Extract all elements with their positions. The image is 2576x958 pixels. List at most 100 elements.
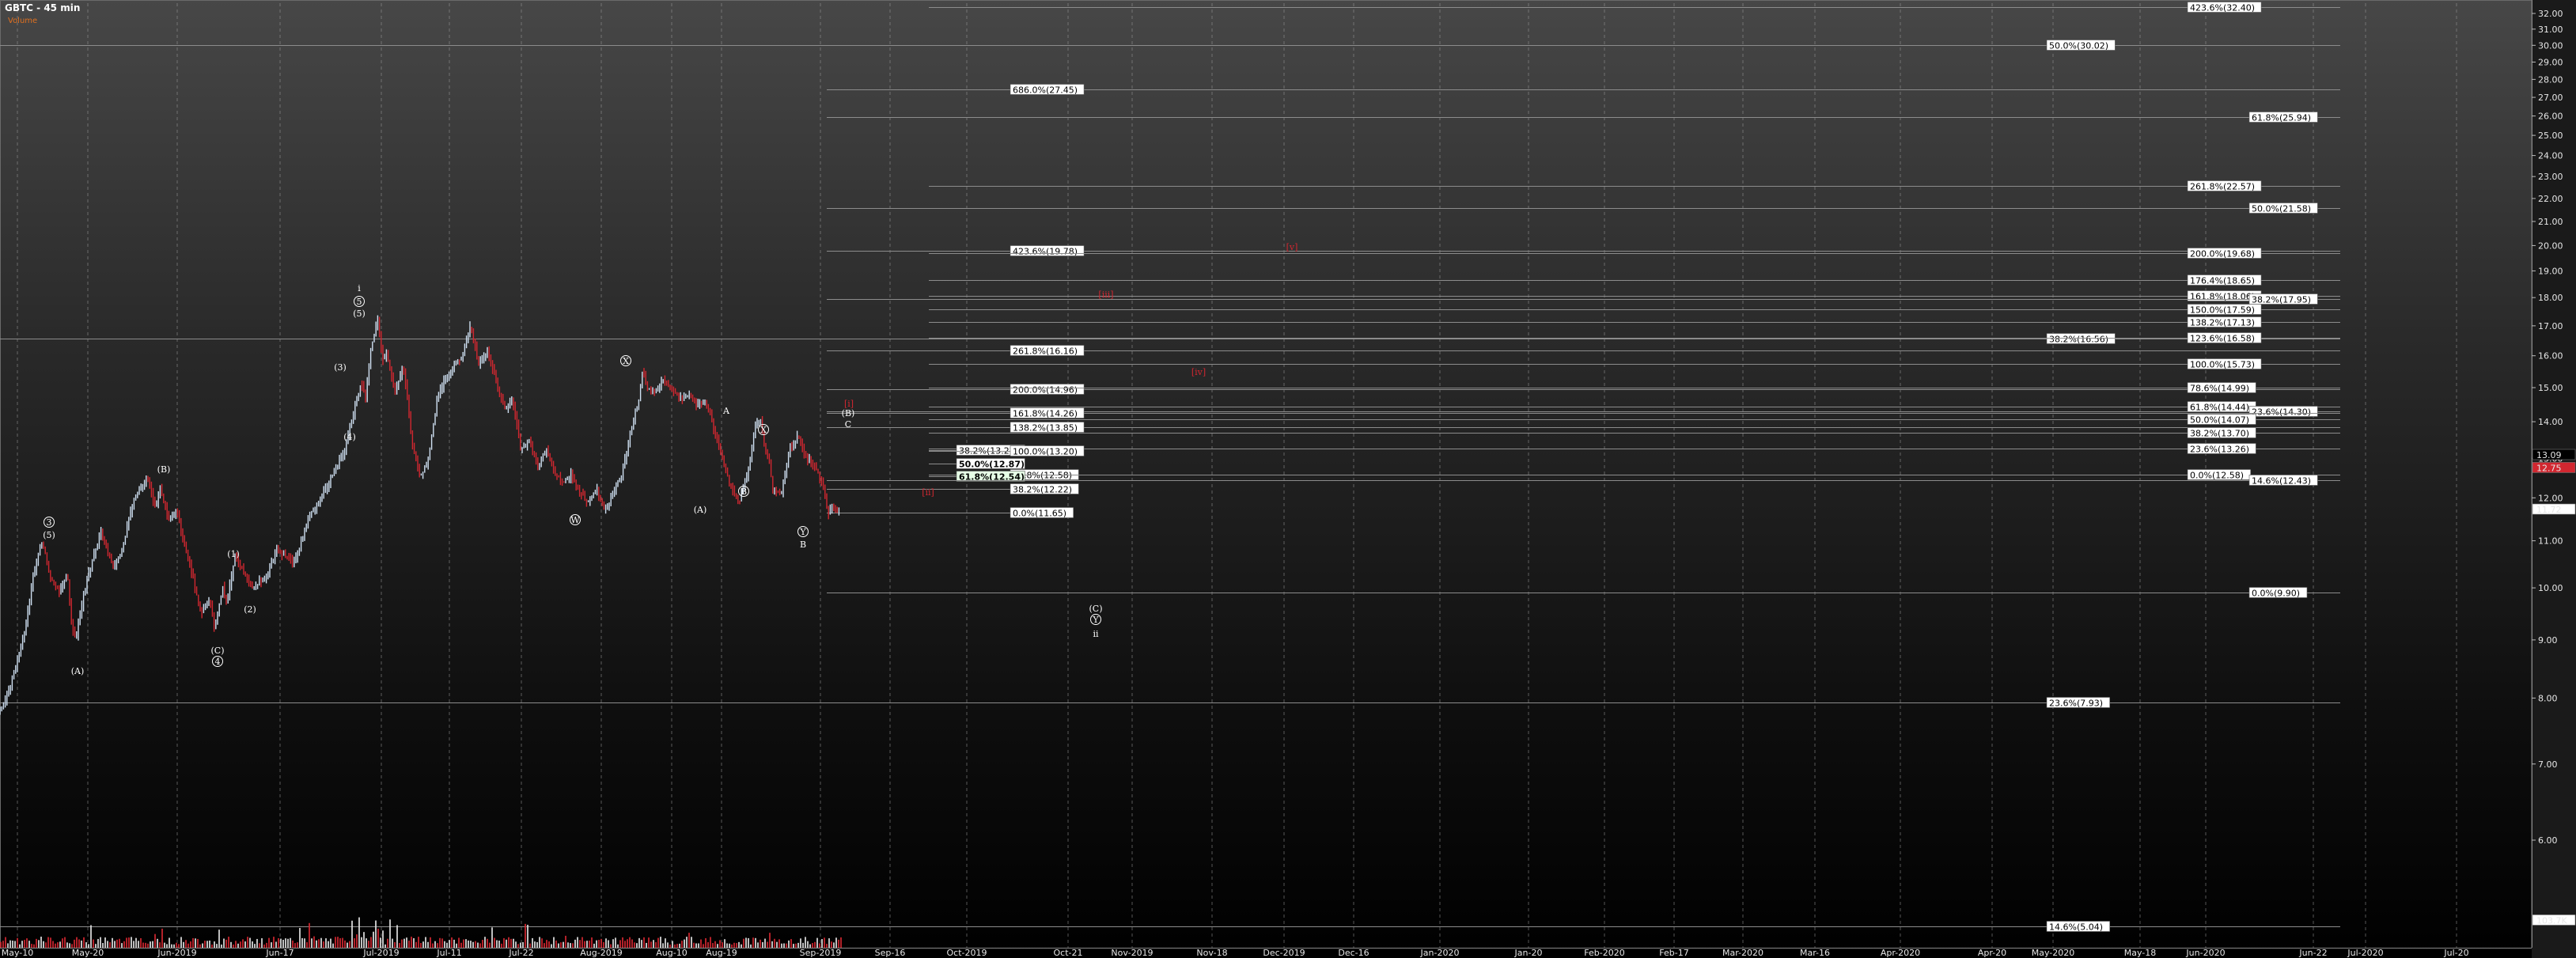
x-tick-label-22: Mar-2020 xyxy=(1722,948,1763,958)
y-tick-label-16: 16.00 xyxy=(2538,351,2563,362)
volume-bar-119 xyxy=(282,939,284,948)
volume-bar-16 xyxy=(38,940,40,948)
chart-area[interactable]: 78.6%(33.70)423.6%(32.40)50.0%(30.02)686… xyxy=(0,0,2576,958)
fib-label-15: 123.6%(16.58) xyxy=(2190,334,2255,344)
volume-bar-27 xyxy=(64,937,66,948)
volume-bar-175 xyxy=(415,941,417,948)
x-tick-label-30: Jul-2020 xyxy=(2347,948,2383,958)
wave-label-7: 4 xyxy=(215,657,221,667)
volume-bar-34 xyxy=(81,940,82,948)
volume-bar-173 xyxy=(411,937,412,948)
volume-bar-166 xyxy=(394,942,396,948)
volume-bar-47 xyxy=(112,937,113,948)
volume-bar-6 xyxy=(14,941,16,948)
x-tick-label-6: Jul-22 xyxy=(508,948,533,958)
volume-bar-198 xyxy=(470,941,472,948)
wave-label-26: [i] xyxy=(844,399,854,409)
volume-bar-271 xyxy=(643,937,645,948)
volume-bar-35 xyxy=(83,937,85,948)
x-tick-label-18: Jan-2020 xyxy=(1420,948,1460,958)
volume-bar-304 xyxy=(722,942,723,948)
volume-bar-50 xyxy=(119,938,120,948)
volume-bar-126 xyxy=(299,928,301,948)
volume-bar-1 xyxy=(2,941,4,948)
volume-bar-65 xyxy=(154,933,156,948)
x-tick-label-23: Mar-16 xyxy=(1800,948,1830,958)
x-tick-label-0: May-10 xyxy=(2,948,34,958)
fib-label-2: 50.0%(30.02) xyxy=(2049,41,2108,51)
volume-bar-276 xyxy=(655,942,657,948)
volume-bar-352 xyxy=(835,937,837,948)
volume-bar-288 xyxy=(684,939,685,948)
volume-bar-247 xyxy=(586,941,588,948)
x-tick-label-3: Jun-17 xyxy=(265,948,294,958)
volume-bar-172 xyxy=(408,941,410,948)
volume-bar-231 xyxy=(548,941,550,948)
volume-bar-5 xyxy=(12,941,13,948)
volume-bar-78 xyxy=(185,940,187,948)
volume-bar-165 xyxy=(392,938,393,948)
volume-bar-100 xyxy=(237,943,239,948)
volume-bar-255 xyxy=(605,938,607,948)
volume-bar-287 xyxy=(681,941,683,948)
volume-bar-107 xyxy=(254,944,256,948)
fib-label-22: 161.8%(14.26) xyxy=(1013,409,1078,419)
volume-bar-143 xyxy=(339,937,341,948)
volume-bar-157 xyxy=(373,931,374,948)
volume-bar-213 xyxy=(506,939,507,948)
volume-bar-272 xyxy=(646,942,647,948)
volume-bar-266 xyxy=(631,939,633,948)
x-tick-label-29: Jun-22 xyxy=(2298,948,2327,958)
volume-bar-105 xyxy=(249,937,251,948)
wave-label-3: (B) xyxy=(157,464,171,475)
volume-bar-33 xyxy=(78,939,80,948)
volume-bar-207 xyxy=(491,927,493,948)
last-price-label-0: 13.09 xyxy=(2536,450,2562,460)
volume-bar-277 xyxy=(657,937,659,948)
volume-bar-202 xyxy=(479,943,481,948)
volume-bar-199 xyxy=(472,941,474,948)
x-tick-label-4: Jul-2019 xyxy=(362,948,399,958)
y-tick-label-25: 7.00 xyxy=(2538,759,2558,770)
price-chart[interactable]: 78.6%(33.70)423.6%(32.40)50.0%(30.02)686… xyxy=(0,0,2576,958)
volume-bar-353 xyxy=(838,939,839,948)
volume-bar-158 xyxy=(375,920,377,948)
volume-bar-104 xyxy=(247,937,248,948)
grid xyxy=(0,0,2532,949)
volume-bar-187 xyxy=(444,941,445,948)
volume-bar-216 xyxy=(513,938,514,948)
volume-bar-114 xyxy=(271,942,272,948)
volume-bar-290 xyxy=(688,933,690,948)
volume-bar-305 xyxy=(724,939,725,948)
wave-label-28: [iii] xyxy=(1098,290,1113,300)
volume-bar-22 xyxy=(52,941,54,948)
volume-bar-320 xyxy=(760,939,761,948)
volume-bar-280 xyxy=(665,938,666,948)
volume-bar-322 xyxy=(764,938,766,948)
volume-bar-149 xyxy=(354,938,355,948)
volume-bar-77 xyxy=(183,941,184,948)
fib-label-6: 50.0%(21.58) xyxy=(2252,204,2311,214)
volume-bar-155 xyxy=(368,941,369,948)
wave-label-14: W xyxy=(570,515,580,525)
volume-bar-239 xyxy=(567,942,569,948)
volume-bar-92 xyxy=(218,930,220,948)
volume-bar-24 xyxy=(57,942,59,948)
volume-bar-90 xyxy=(214,941,215,948)
volume-bar-145 xyxy=(344,940,346,948)
volume-bar-85 xyxy=(202,943,203,948)
fib-label-26: 23.6%(13.26) xyxy=(2190,445,2249,455)
x-tick-label-12: Oct-2019 xyxy=(947,948,987,958)
volume-bar-252 xyxy=(598,940,600,948)
volume-bar-14 xyxy=(33,944,35,948)
y-axis: 32.00 31.00 30.00 29.00 28.00 27.00 26.00 25.00… xyxy=(2532,0,2576,958)
volume-bar-232 xyxy=(551,944,552,948)
volume-bar-349 xyxy=(828,938,830,948)
x-tick-label-11: Sep-16 xyxy=(875,948,906,958)
volume-bar-141 xyxy=(335,937,336,948)
volume-bar-38 xyxy=(90,925,92,948)
volume-bar-89 xyxy=(211,944,213,948)
y-tick-label-13: 19.00 xyxy=(2538,266,2563,276)
volume-bar-18 xyxy=(43,941,44,948)
fib-label-18: 200.0%(14.96) xyxy=(1013,385,1078,396)
